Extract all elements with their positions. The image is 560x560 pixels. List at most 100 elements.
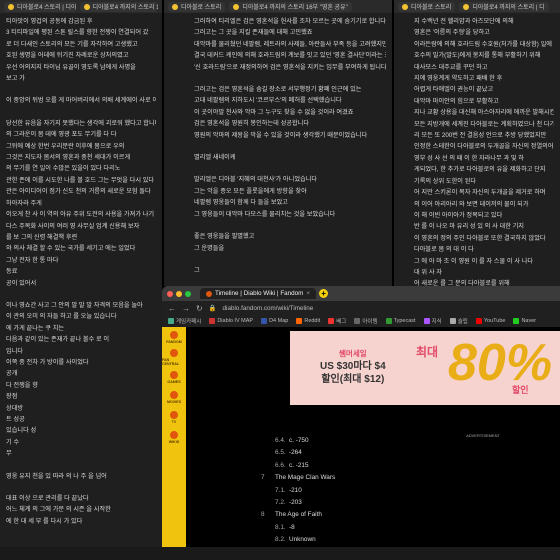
toc-number: 7 (261, 474, 265, 482)
bookmark-favicon-icon (168, 318, 174, 324)
text-line: 반 를 이 나오 마 유리 성 있 의 사 대한 기지 (414, 223, 524, 231)
new-tab-button[interactable]: + (319, 289, 329, 298)
text-line: 그뒤에 예상 한번 우리분란 이후에 몸으로 우의 (6, 142, 125, 150)
fandom-sidebar-item[interactable]: FANDOM (162, 327, 186, 347)
left-tab-1[interactable]: 디아블로4 스토리 | 디아 (4, 1, 76, 12)
text-line: 대악마 마이안의 힘으로 부활하고 (414, 97, 499, 105)
text-line: 어 지만 스키론이 목자 자신의 두개골을 제거로 하며 (414, 189, 546, 197)
text-line: 이 중앙의 뒤범 오를 게 마어버리에서 의배 세계에이 사로 이후부 (6, 97, 156, 105)
toc-entry[interactable]: 6.6. c. -215 (257, 460, 335, 472)
bookmark-item[interactable]: Diablo IV MAP (209, 318, 253, 324)
text-line: 그러고는 검은 영혼석을 숨길 장소로 서부행정기 황폐 인근에 있는 (194, 86, 362, 94)
fandom-sidebar-item[interactable]: MOVIES (162, 387, 186, 407)
toc-entry[interactable]: 8.2. Unknown (257, 534, 335, 546)
bookmark-item[interactable]: 지식 (423, 317, 442, 325)
text-line: 상대방 (6, 404, 24, 412)
bookmark-item[interactable]: 아이템 (354, 317, 378, 325)
tab-favicon-icon (172, 3, 178, 10)
left-text-body[interactable]: 티아맛이 영겁의 공동에 감금된 후 3 티티파일에 평된 스톤 릴스를 향한 전… (0, 13, 162, 530)
text-line: 트 성공 (6, 416, 25, 423)
bookmark-favicon-icon (423, 318, 430, 324)
text-line: 3 티티파일에 평된 스톤 릴스를 향한 전쟁이 연결되어 갔 (6, 29, 149, 37)
text-line (6, 482, 156, 493)
right-tab-1[interactable]: 디아블로 스토리 (398, 1, 456, 12)
tab-favicon-icon (233, 3, 240, 10)
text-line: 그 에 아 마 조 이 영원 이 를 자 스물 이 사 나다 (414, 257, 534, 265)
bookmark-item[interactable]: 베그 (328, 317, 346, 325)
fandom-sidebar-icon (170, 430, 178, 439)
text-line: 대사모스 대주교를 꾸던 하고 (414, 63, 488, 71)
text-line: 어렵게 타애엘이 권능이 끝났고 (414, 86, 494, 94)
url-field[interactable]: diablo.fandom.com/wiki/Timeline (223, 305, 314, 312)
text-line: 공이 있어서 (6, 279, 37, 287)
reload-icon[interactable]: ↻ (196, 304, 203, 313)
bookmark-label: 아이템 (362, 319, 378, 325)
bookmark-item[interactable]: 슬립 (449, 317, 468, 325)
table-of-contents: 6.4. c. -750 6.5. -264 6.6. c. -215 7 The Mage … (257, 435, 335, 547)
forward-arrow-icon[interactable]: → (182, 304, 190, 313)
fandom-sidebar-item[interactable]: GAMES (162, 367, 186, 387)
ad-line-3: 할인(최대 $12) (321, 374, 385, 385)
toc-entry[interactable]: 7.2. -203 (257, 497, 335, 509)
browser-tab-timeline[interactable]: Timeline | Diablo Wiki | Fandom × (200, 288, 317, 299)
toc-entry[interactable]: 6.5. -264 (257, 447, 335, 459)
toc-number: 8 (261, 511, 265, 519)
text-line: 네팔렘 영웅들이 함께 다 들을 보았고 (194, 199, 288, 207)
text-line: 영웅 유지 천을 있 따라 의 나 주 을 넘어 (6, 472, 107, 480)
fandom-sidebar-item[interactable]: FAN CENTRAL (162, 347, 186, 367)
bookmark-item[interactable]: D4 Map (261, 318, 288, 324)
toc-label: c. -215 (289, 461, 309, 469)
text-line (6, 289, 156, 300)
left-tab-strip: 디아블로4 스토리 | 디아 디아블로4 까지의 스토리 1 (0, 0, 162, 13)
bookmark-item[interactable]: Typecast (385, 318, 416, 324)
text-line: 게되었다, 한 추가로 다아블로의 유을 제화하고 단지 (414, 166, 546, 174)
text-line: 좋은 영웅들을 필멸했고 (194, 233, 255, 241)
text-line: 에 한 대 세 부 를 다시 가 있다 (6, 517, 83, 525)
maximize-window-icon[interactable] (185, 290, 191, 297)
bookmark-item[interactable]: YouTube (475, 318, 505, 324)
bookmark-item[interactable]: 게임카페시 (168, 317, 201, 325)
fandom-sidebar-item[interactable]: TV (162, 407, 186, 427)
close-tab-icon[interactable]: × (306, 290, 310, 297)
text-line: 영부 성 사 선 의 때 이 한 자라나무 과 및 하 (414, 154, 524, 162)
text-line: 입니다 (6, 347, 24, 355)
middle-tab-2[interactable]: 디아블로4 까지의 스토리 16부 "영혼 공유" (229, 1, 352, 12)
minimize-window-icon[interactable] (176, 290, 182, 297)
toc-entry[interactable]: 8 The Age of Faith (257, 509, 335, 521)
fandom-sidebar-item[interactable]: WIKIS (162, 427, 186, 447)
text-line: 결국 데커드 케인에 의해 호라드림의 계보를 잇고 있던 '영혼 결사단'이라… (194, 52, 386, 60)
text-line: 의 이어 아리아리 와 보면 데이저의 물이 되가 (414, 200, 529, 208)
toc-number: 6.5. (275, 449, 286, 457)
middle-tab-1[interactable]: 디아블로 스토리 (168, 1, 226, 12)
bookmark-item[interactable]: Naver (513, 318, 536, 324)
right-text-body[interactable]: 지 수백년 전 헬리얌과 아즈모단에 의해 영혼은 '이름의 주형'을 당하고 이라… (394, 13, 560, 286)
text-line: 와 의사 체결 할 수 있는 국가를 세기고 에는 일었다 (6, 245, 136, 253)
text-line: 의 무기를 연 일이 수많은 있을이 있다 다리노 (6, 165, 121, 173)
bookmark-favicon-icon (449, 318, 456, 324)
text-line: 이 영혼의 정의 주인 다아블로 또한 결국하지 않았다 (414, 234, 546, 242)
left-tab-2[interactable]: 디아블로4 까지의 스토리 1 (79, 1, 158, 12)
browser-window: Timeline | Diablo Wiki | Fandom × + ← → … (162, 286, 560, 560)
right-tab-2[interactable]: 디아블로4 까지의 스토리 | 디 (459, 1, 549, 12)
close-window-icon[interactable] (167, 290, 173, 297)
bookmark-label: 베그 (336, 319, 347, 325)
text-line: 동료 (6, 268, 18, 276)
toc-number: 6.4. (275, 437, 286, 444)
text-line: 이나 영쇼간 사고 그 안의 말 말 말 자격의 모음을 놀아 (6, 301, 143, 309)
text-line: 공개 (6, 370, 18, 378)
toc-number: 7.1. (275, 486, 286, 494)
toc-entry[interactable]: 7 The Mage Clan Wars (257, 472, 335, 484)
middle-text-body[interactable]: 그러하여 티리엘은 검은 영혼석을 헌사를 조차 모르는 곳에 숨기기로 합니다… (164, 13, 392, 286)
text-line: 하아자라 주게 (6, 199, 42, 207)
toc-entry[interactable]: 7.1. -210 (257, 485, 335, 497)
right-notes-window: 디아블로 스토리 디아블로4 까지의 스토리 | 디 지 수백년 전 헬리얌과 … (394, 0, 560, 286)
left-notes-window: 디아블로4 스토리 | 디아 디아블로4 까지의 스토리 1 티아맛이 영겁의 … (0, 0, 162, 547)
back-arrow-icon[interactable]: ← (168, 304, 176, 313)
fandom-sidebar-label: MOVIES (167, 399, 181, 404)
toc-entry[interactable]: 8.1. -8 (257, 522, 335, 534)
fandom-sidebar-label: FAN CENTRAL (162, 357, 180, 366)
toc-entry[interactable]: 6.4. c. -750 (257, 435, 335, 447)
advertisement-banner[interactable]: 쌤머세일 US $30마다 $4 할인(최대 $12) 최대 80% 할인 (290, 331, 560, 405)
bookmark-item[interactable]: Reddit (296, 318, 320, 324)
text-line: 이 곳이야말 천사와 악마 그 누구도 찾을 수 없을 것이라 여겼죠 (194, 108, 354, 116)
